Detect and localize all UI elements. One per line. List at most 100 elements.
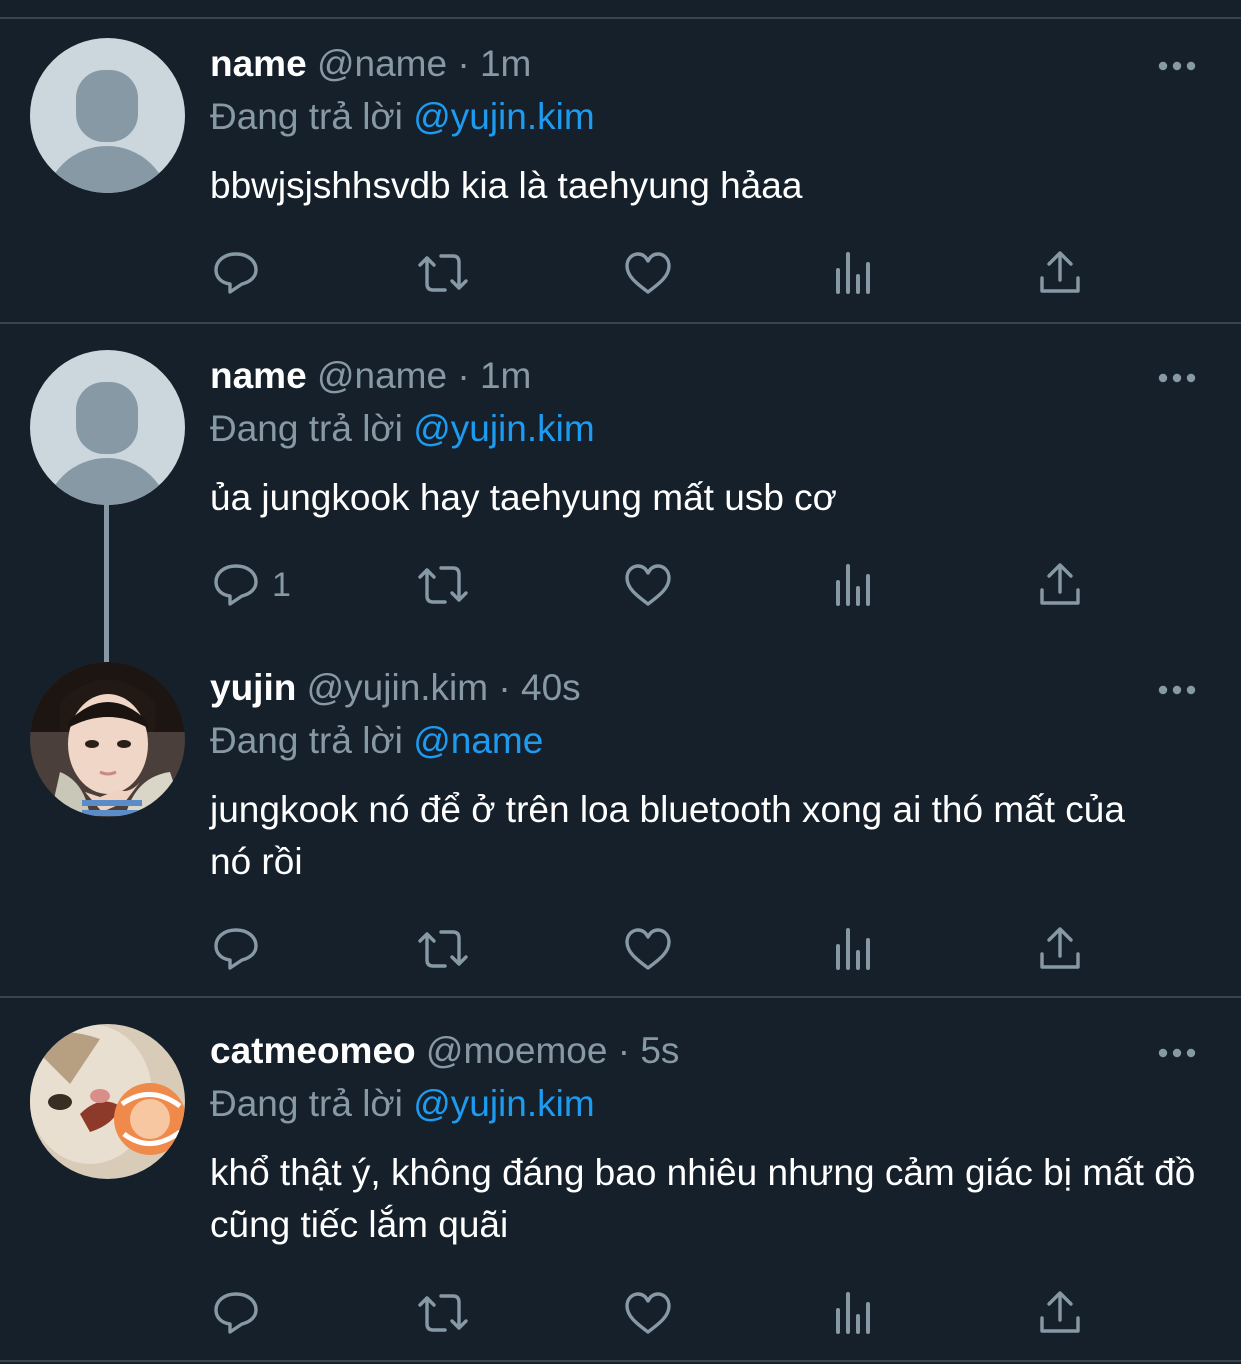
action-bar <box>210 924 1110 974</box>
more-icon <box>1158 685 1196 695</box>
timestamp[interactable]: 5s <box>640 1030 679 1071</box>
share-button[interactable] <box>1036 560 1084 610</box>
action-bar <box>210 1288 1110 1338</box>
analytics-icon <box>836 1292 870 1334</box>
like-button[interactable] <box>622 1288 674 1338</box>
reply-icon <box>214 252 258 294</box>
tweet-text: jungkook nó để ở trên loa bluetooth xong… <box>210 789 1125 882</box>
photo-avatar-icon <box>30 662 185 817</box>
tweet-header: name @name · 1m <box>210 42 531 86</box>
divider <box>0 1360 1241 1362</box>
retweet-button[interactable] <box>414 248 472 298</box>
replying-to-link[interactable]: @yujin.kim <box>413 408 594 449</box>
retweet-button[interactable] <box>414 924 472 974</box>
reply-icon <box>214 1292 258 1334</box>
timestamp[interactable]: 1m <box>480 355 531 396</box>
share-button[interactable] <box>1036 924 1084 974</box>
more-icon <box>1158 61 1196 71</box>
replying-to: Đang trả lời @yujin.kim <box>210 1082 595 1126</box>
handle[interactable]: @name <box>317 43 447 84</box>
reply-button[interactable] <box>210 248 272 298</box>
retweet-icon <box>418 566 468 604</box>
like-button[interactable] <box>622 924 674 974</box>
replying-to-link[interactable]: @name <box>413 720 543 761</box>
replying-to-label: Đang trả lời <box>210 96 403 137</box>
reply-button[interactable]: 1 <box>210 560 291 610</box>
display-name[interactable]: name <box>210 43 307 84</box>
share-icon <box>1040 563 1080 605</box>
analytics-button[interactable] <box>832 248 876 298</box>
like-icon <box>625 252 671 294</box>
more-button[interactable] <box>1158 59 1198 71</box>
more-button[interactable] <box>1158 1046 1198 1058</box>
reply-button[interactable] <box>210 924 272 974</box>
retweet-icon <box>418 254 468 292</box>
separator: · <box>457 355 470 396</box>
tweet-text: ủa jungkook hay taehyung mất usb cơ <box>210 477 837 518</box>
timestamp[interactable]: 40s <box>521 667 581 708</box>
avatar[interactable] <box>30 38 185 193</box>
retweet-button[interactable] <box>414 560 472 610</box>
separator: · <box>457 43 470 84</box>
default-avatar-icon <box>30 350 185 505</box>
share-button[interactable] <box>1036 1288 1084 1338</box>
tweet[interactable]: name @name · 1m Đang trả lời @yujin.kim … <box>0 0 1241 322</box>
more-icon <box>1158 1048 1196 1058</box>
analytics-button[interactable] <box>832 1288 876 1338</box>
replying-to: Đang trả lời @yujin.kim <box>210 95 595 139</box>
replying-to-label: Đang trả lời <box>210 720 403 761</box>
avatar[interactable] <box>30 662 185 817</box>
separator: · <box>617 1030 631 1071</box>
reply-count: 1 <box>272 565 291 604</box>
display-name[interactable]: catmeomeo <box>210 1030 416 1071</box>
reply-icon <box>214 564 258 606</box>
retweet-icon <box>418 1294 468 1332</box>
like-button[interactable] <box>622 248 674 298</box>
avatar[interactable] <box>30 350 185 505</box>
replying-to: Đang trả lời @yujin.kim <box>210 407 595 451</box>
display-name[interactable]: name <box>210 355 307 396</box>
analytics-button[interactable] <box>832 560 876 610</box>
like-icon <box>625 1292 671 1334</box>
tweet-text: khổ thật ý, không đáng bao nhiêu nhưng c… <box>210 1152 1196 1245</box>
tweet-header: name @name · 1m <box>210 354 531 398</box>
reply-icon <box>214 928 258 970</box>
display-name[interactable]: yujin <box>210 667 296 708</box>
replying-to-link[interactable]: @yujin.kim <box>413 96 594 137</box>
tweet-header: catmeomeo @moemoe · 5s <box>210 1029 679 1073</box>
default-avatar-icon <box>30 38 185 193</box>
more-button[interactable] <box>1158 683 1198 695</box>
tweet[interactable]: catmeomeo @moemoe · 5s Đang trả lời @yuj… <box>0 998 1241 1364</box>
replying-to-label: Đang trả lời <box>210 1083 403 1124</box>
like-button[interactable] <box>622 560 674 610</box>
share-icon <box>1040 251 1080 293</box>
tweet[interactable]: yujin @yujin.kim · 40s Đang trả lời @nam… <box>0 630 1241 996</box>
more-icon <box>1158 373 1196 383</box>
retweet-button[interactable] <box>414 1288 472 1338</box>
replying-to-link[interactable]: @yujin.kim <box>413 1083 594 1124</box>
like-icon <box>625 564 671 606</box>
analytics-button[interactable] <box>832 924 876 974</box>
like-icon <box>625 928 671 970</box>
separator: · <box>498 667 511 708</box>
retweet-icon <box>418 930 468 968</box>
reply-button[interactable] <box>210 1288 272 1338</box>
more-button[interactable] <box>1158 371 1198 383</box>
action-bar: 1 <box>210 560 1110 610</box>
handle[interactable]: @moemoe <box>426 1030 608 1071</box>
timestamp[interactable]: 1m <box>480 43 531 84</box>
handle[interactable]: @yujin.kim <box>307 667 488 708</box>
analytics-icon <box>836 252 870 294</box>
tweet[interactable]: name @name · 1m Đang trả lời @yujin.kim … <box>0 324 1241 630</box>
cat-avatar-icon <box>30 1024 185 1179</box>
tweet-text: bbwjsjshhsvdb kia là taehyung hảaa <box>210 165 803 206</box>
avatar[interactable] <box>30 1024 185 1179</box>
analytics-icon <box>836 564 870 606</box>
replying-to-label: Đang trả lời <box>210 408 403 449</box>
action-bar <box>210 248 1110 298</box>
tweet-header: yujin @yujin.kim · 40s <box>210 666 581 710</box>
handle[interactable]: @name <box>317 355 447 396</box>
replying-to: Đang trả lời @name <box>210 719 543 763</box>
analytics-icon <box>836 928 870 970</box>
share-button[interactable] <box>1036 248 1084 298</box>
